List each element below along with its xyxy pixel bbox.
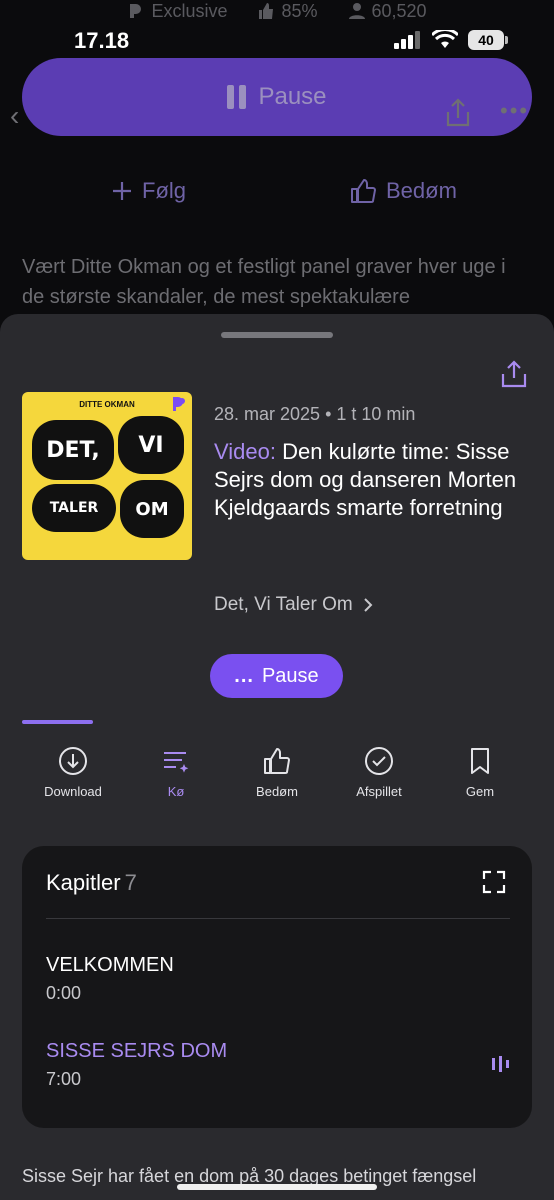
battery-indicator: 40: [468, 30, 508, 50]
more-icon[interactable]: •••: [500, 98, 529, 124]
save-button[interactable]: Gem: [430, 746, 530, 799]
follow-row: Følg Bedøm: [0, 178, 554, 210]
now-playing-icon: [492, 1056, 510, 1077]
podimo-logo-icon: [172, 396, 186, 415]
back-chevron-icon[interactable]: ‹: [10, 100, 19, 132]
chapter-title: VELKOMMEN: [46, 954, 174, 976]
rate-button[interactable]: Bedøm: [227, 746, 327, 799]
episode-title: Video: Den kulørte time: Sisse Sejrs dom…: [214, 438, 534, 522]
follow-button[interactable]: Følg: [112, 178, 186, 204]
episode-progress-bar: [22, 720, 93, 724]
cover-word-3: TALER: [32, 484, 116, 532]
expand-icon[interactable]: [482, 870, 506, 899]
chapters-card: Kapitler 7 VELKOMMEN 0:00 SISSE SEJRS DOM…: [22, 846, 532, 1128]
bookmark-icon: [471, 748, 489, 774]
show-description: Vært Ditte Okman og et festligt panel gr…: [22, 256, 506, 308]
played-button[interactable]: Afspillet: [329, 746, 429, 799]
rating-stat: 85%: [257, 0, 318, 24]
wifi-icon: [432, 30, 458, 48]
download-button[interactable]: Download: [23, 746, 123, 799]
signal-icon: [394, 31, 420, 49]
show-link[interactable]: Det, Vi Taler Om: [214, 594, 373, 616]
sheet-grabber[interactable]: [221, 332, 333, 338]
episode-sheet: DITTE OKMAN DET, VI TALER OM 28. mar 202…: [0, 314, 554, 1200]
download-icon: [59, 747, 87, 775]
podcast-cover: DITTE OKMAN DET, VI TALER OM: [22, 392, 192, 560]
episode-date: 28. mar 2025 • 1 t 10 min: [214, 404, 416, 424]
person-icon: [348, 3, 365, 19]
chapter-time: 7:00: [46, 1069, 82, 1089]
chapter-item[interactable]: VELKOMMEN 0:00: [46, 954, 174, 1004]
chapter-time: 0:00: [46, 983, 82, 1003]
rate-show-button[interactable]: Bedøm: [350, 178, 457, 204]
chapters-count: 7: [124, 870, 137, 895]
home-indicator[interactable]: [177, 1184, 377, 1190]
status-bar: 17.18 40: [0, 26, 554, 56]
clock: 17.18: [74, 28, 130, 53]
exclusive-stat: Exclusive: [127, 0, 227, 24]
chapter-title: SISSE SEJRS DOM: [46, 1040, 228, 1062]
thumbs-up-icon: [351, 179, 376, 203]
pause-icon: [227, 85, 247, 109]
playing-dots-icon: ...: [234, 664, 254, 687]
chapters-heading: Kapitler 7: [46, 870, 137, 895]
plus-icon: [113, 182, 131, 200]
show-stats: Exclusive 85% 60,520: [0, 0, 554, 24]
followers-stat: 60,520: [348, 0, 427, 24]
share-episode-icon[interactable]: [500, 360, 528, 395]
queue-icon: [164, 752, 189, 773]
cover-word-1: DET,: [32, 420, 114, 480]
episode-type-prefix: Video:: [214, 439, 276, 464]
chapter-item-active[interactable]: SISSE SEJRS DOM 7:00: [46, 1040, 227, 1090]
episode-actions: Download Kø Bedøm Afspillet Gem: [0, 746, 554, 816]
mini-player-label: Pause: [258, 83, 327, 110]
thumbs-up-icon: [259, 3, 274, 19]
status-icons: 40: [394, 30, 508, 50]
queue-button[interactable]: Kø: [126, 746, 226, 799]
chevron-right-icon: [363, 598, 373, 612]
share-icon[interactable]: [444, 98, 472, 133]
pause-button[interactable]: ... Pause: [210, 654, 343, 698]
cover-word-2: VI: [118, 416, 184, 474]
thumbs-up-icon: [264, 748, 290, 774]
chapters-divider: [46, 918, 510, 919]
cover-author: DITTE OKMAN: [79, 400, 135, 409]
exclusive-icon: [130, 4, 142, 18]
check-circle-icon: [365, 747, 393, 775]
cover-word-4: OM: [120, 480, 184, 538]
